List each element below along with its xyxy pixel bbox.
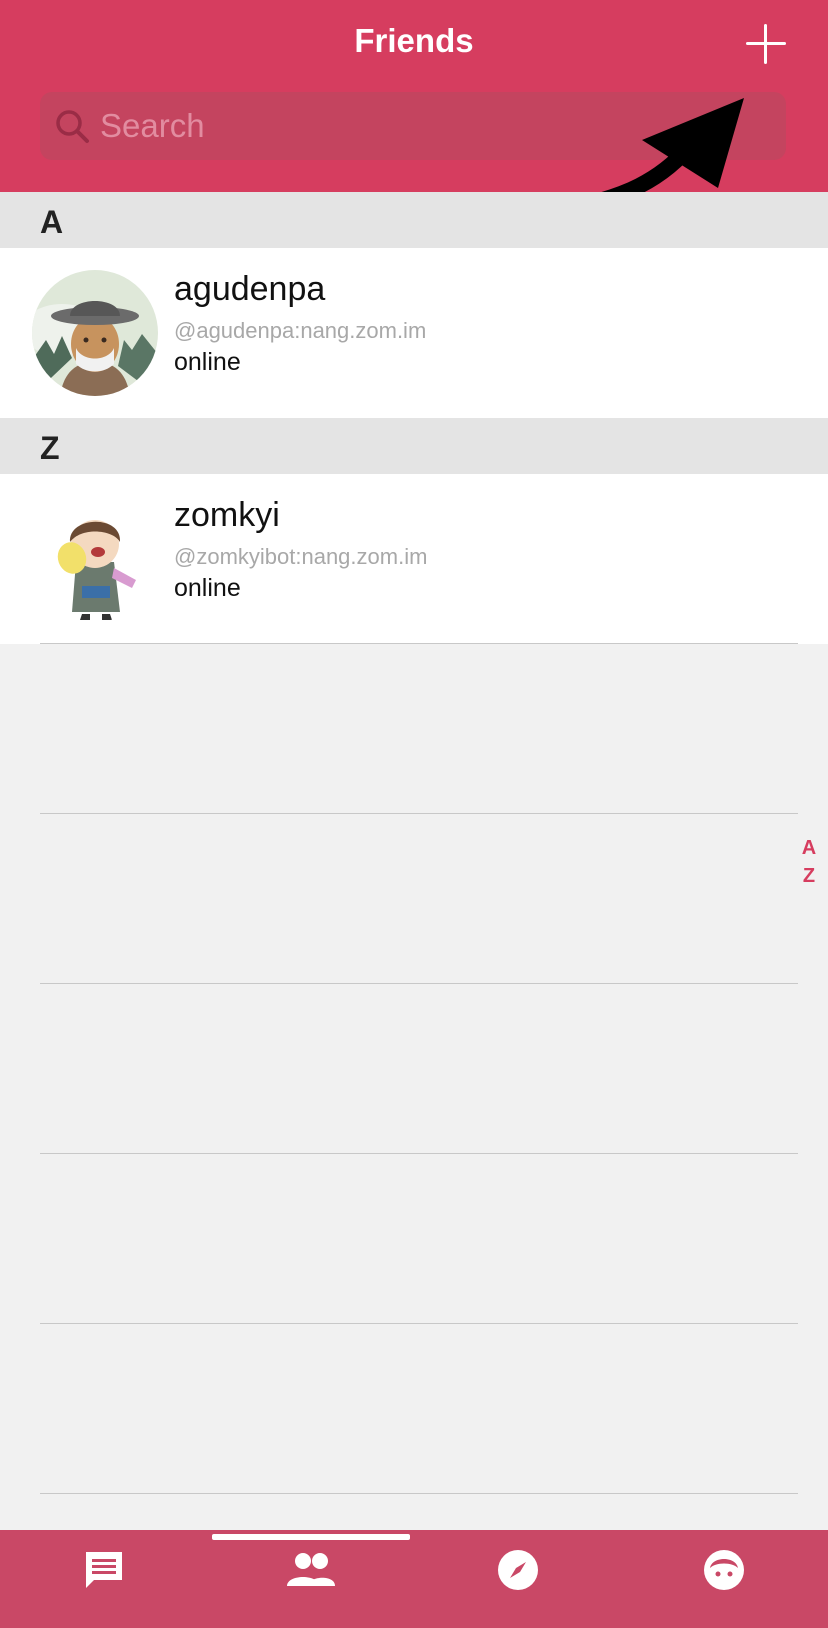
section-letter: A bbox=[40, 204, 64, 240]
contact-id: @agudenpa:nang.zom.im bbox=[174, 318, 427, 343]
tab-profile[interactable] bbox=[684, 1542, 764, 1598]
compass-icon bbox=[498, 1550, 538, 1590]
search-icon bbox=[56, 110, 89, 143]
index-letter-a[interactable]: A bbox=[798, 834, 820, 862]
avatar-cartoon-girl-icon bbox=[32, 496, 158, 622]
contact-status: online bbox=[174, 348, 241, 376]
add-friend-button[interactable] bbox=[744, 22, 788, 66]
contact-id: @zomkyibot:nang.zom.im bbox=[174, 544, 428, 569]
friends-screen: Friends A bbox=[0, 0, 828, 1628]
contact-status: online bbox=[174, 574, 241, 602]
chat-icon bbox=[86, 1552, 122, 1588]
alphabet-index: A Z bbox=[798, 834, 820, 890]
friends-icon bbox=[287, 1553, 335, 1586]
tab-friends[interactable] bbox=[271, 1542, 351, 1598]
avatar-elder-man-with-hat-icon bbox=[32, 270, 158, 396]
tab-discover[interactable] bbox=[478, 1542, 558, 1598]
avatar bbox=[32, 270, 158, 396]
page-title: Friends bbox=[354, 22, 474, 59]
index-letter-z[interactable]: Z bbox=[798, 862, 820, 890]
list-divider bbox=[40, 643, 798, 644]
contact-row-zomkyi[interactable]: zomkyi @zomkyibot:nang.zom.im online bbox=[0, 474, 828, 644]
contact-name: agudenpa bbox=[174, 270, 326, 308]
tab-chats[interactable] bbox=[64, 1542, 144, 1598]
list-divider bbox=[40, 1323, 798, 1324]
contact-row-agudenpa[interactable]: agudenpa @agudenpa:nang.zom.im online bbox=[0, 248, 828, 418]
active-tab-indicator bbox=[212, 1534, 410, 1540]
list-divider bbox=[40, 1493, 798, 1494]
section-header-a: A bbox=[0, 192, 828, 248]
list-divider bbox=[40, 813, 798, 814]
list-divider bbox=[40, 983, 798, 984]
contact-name: zomkyi bbox=[174, 496, 280, 534]
list-divider bbox=[40, 1153, 798, 1154]
profile-face-icon bbox=[704, 1550, 744, 1590]
avatar bbox=[32, 496, 158, 622]
section-letter: Z bbox=[40, 430, 60, 466]
section-header-z: Z bbox=[0, 418, 828, 474]
